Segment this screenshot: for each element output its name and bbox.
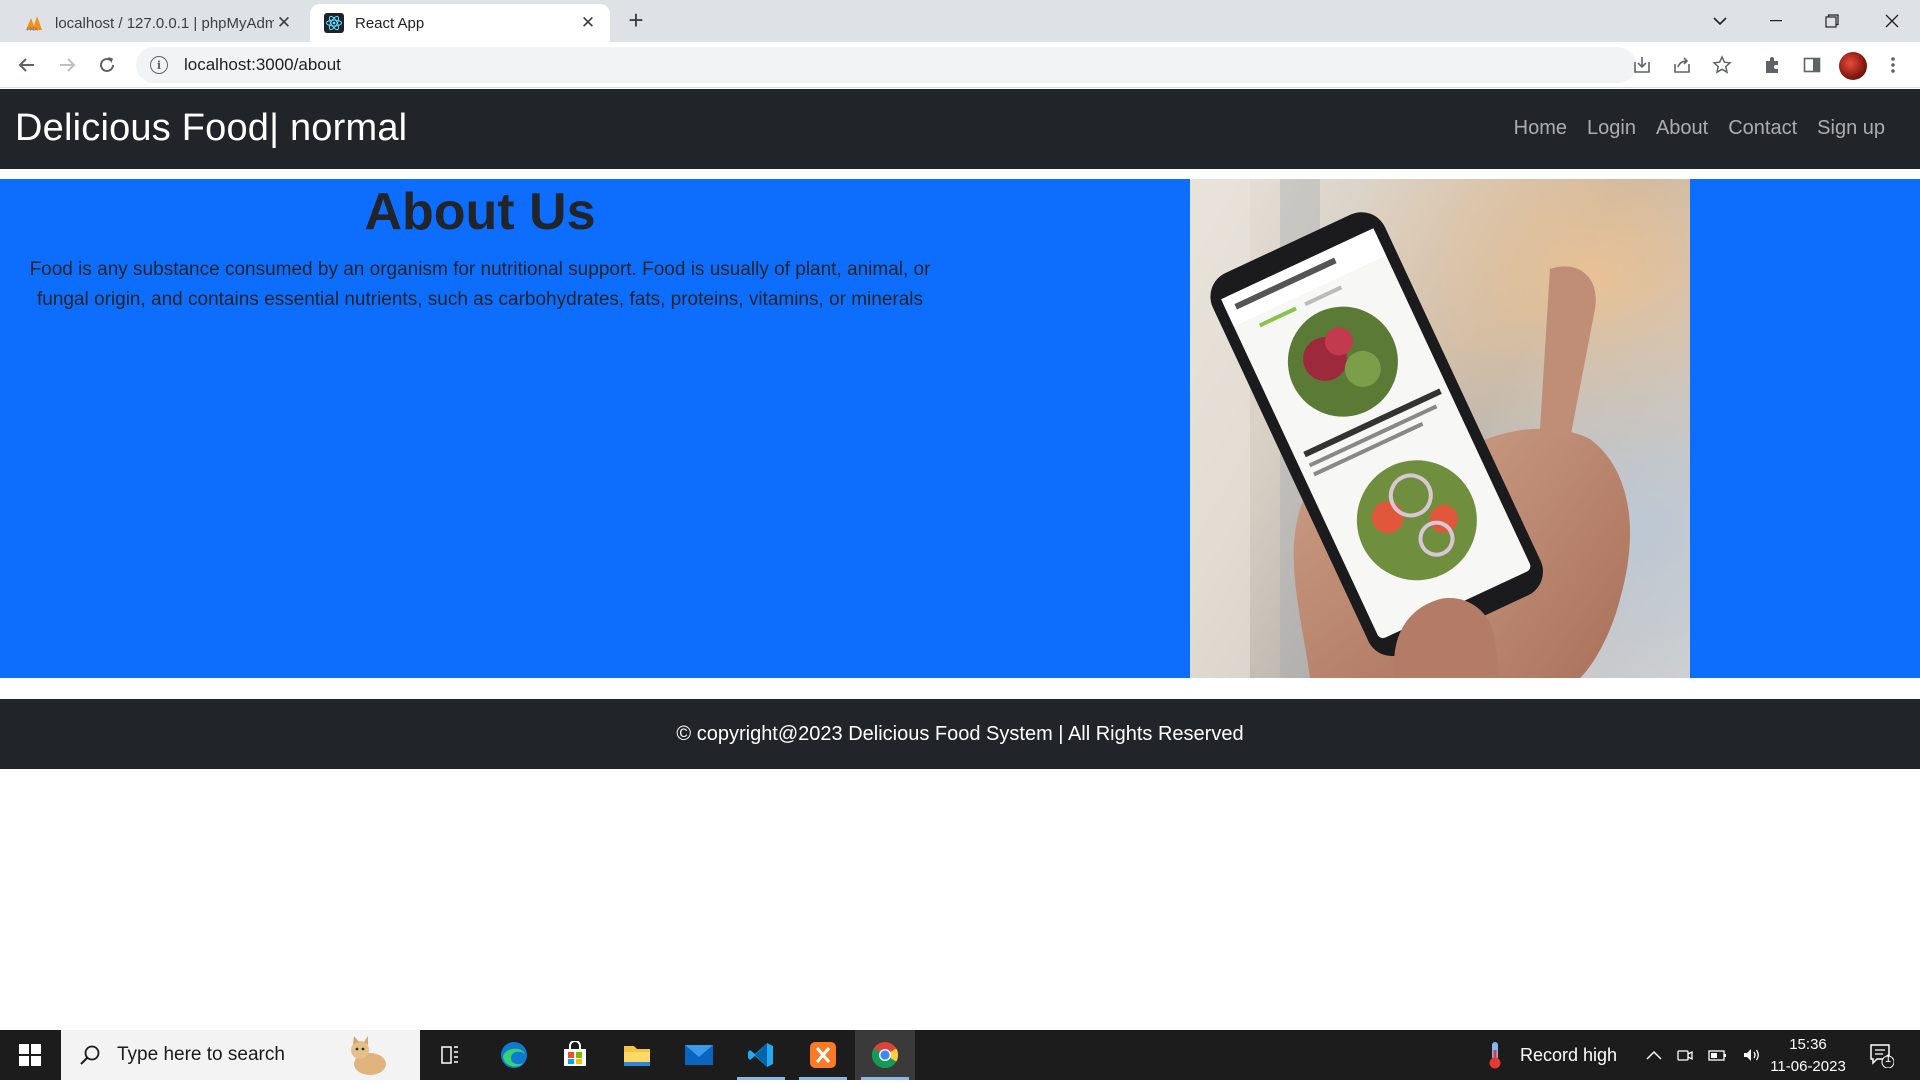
mail-icon[interactable]	[669, 1030, 729, 1080]
edge-browser-icon[interactable]	[484, 1030, 544, 1080]
tab-title: React App	[355, 14, 425, 32]
forward-arrow-icon[interactable]	[52, 50, 82, 80]
address-bar[interactable]: i localhost:3000/about	[136, 47, 1636, 83]
clock-date: 11-06-2023	[1770, 1058, 1846, 1075]
weather-widget[interactable]: Record high	[1484, 1030, 1617, 1080]
file-explorer-icon[interactable]	[607, 1030, 667, 1080]
bookmark-star-icon[interactable]	[1707, 50, 1737, 80]
phpmyadmin-icon: PMA	[24, 13, 44, 33]
install-app-icon[interactable]	[1627, 50, 1657, 80]
close-window-icon[interactable]	[1864, 0, 1920, 42]
react-icon	[324, 13, 344, 33]
about-description: Food is any substance consumed by an org…	[29, 259, 931, 310]
profile-avatar[interactable]	[1839, 52, 1867, 80]
xampp-icon[interactable]	[793, 1030, 853, 1080]
vscode-icon[interactable]	[731, 1030, 791, 1080]
taskbar-search-box[interactable]: Type here to search	[61, 1030, 420, 1080]
close-icon[interactable]: ✕	[578, 13, 598, 33]
battery-icon[interactable]	[1708, 1048, 1728, 1062]
site-footer: © copyright@2023 Delicious Food System |…	[0, 699, 1920, 769]
site-navbar: Delicious Food| normal Home Login About …	[0, 89, 1920, 169]
url-text: localhost:3000/about	[184, 55, 341, 74]
task-view-icon[interactable]	[420, 1030, 480, 1080]
nav-links: Home Login About Contact Sign up	[1504, 117, 1895, 140]
nav-link-about[interactable]: About	[1646, 117, 1718, 140]
new-tab-plus-icon[interactable]: +	[622, 7, 650, 35]
nav-link-login[interactable]: Login	[1577, 117, 1646, 140]
site-brand[interactable]: Delicious Food| normal	[15, 107, 407, 150]
notification-count: 1	[1884, 1053, 1892, 1065]
tab-react-app[interactable]: React App ✕	[310, 4, 610, 42]
system-tray	[1646, 1030, 1762, 1080]
volume-icon[interactable]	[1742, 1047, 1762, 1063]
windows-start-icon[interactable]	[0, 1030, 60, 1080]
svg-text:PMA: PMA	[27, 27, 38, 32]
taskbar-clock[interactable]: 15:36 11-06-2023	[1765, 1034, 1851, 1078]
about-title: About Us	[364, 183, 596, 241]
weather-text: Record high	[1520, 1044, 1618, 1065]
footer-copyright: © copyright@2023 Delicious Food System |…	[676, 722, 1244, 745]
search-placeholder: Type here to search	[117, 1044, 285, 1065]
nav-link-home[interactable]: Home	[1504, 117, 1577, 140]
meet-now-icon[interactable]	[1676, 1046, 1694, 1064]
tab-title: localhost / 127.0.0.1 | phpMyAdm	[55, 14, 274, 32]
close-icon[interactable]: ✕	[274, 13, 294, 33]
microsoft-store-icon[interactable]	[545, 1030, 605, 1080]
chrome-icon[interactable]	[855, 1030, 915, 1080]
food-app-phone-image	[1190, 179, 1690, 678]
notifications-icon[interactable]: 1	[1868, 1030, 1894, 1080]
restore-icon[interactable]	[1804, 0, 1860, 42]
search-highlight-cat-icon	[340, 1034, 400, 1084]
minimize-icon[interactable]	[1748, 0, 1804, 42]
clock-time: 15:36	[1789, 1036, 1827, 1053]
about-text-column: About Us Food is any substance consumed …	[0, 179, 960, 315]
menu-kebab-icon[interactable]	[1878, 50, 1908, 80]
share-icon[interactable]	[1667, 50, 1697, 80]
side-panel-icon[interactable]	[1797, 50, 1827, 80]
reload-icon[interactable]	[92, 50, 122, 80]
site-info-icon[interactable]: i	[150, 56, 168, 74]
tray-chevron-up-icon[interactable]	[1646, 1050, 1662, 1060]
about-section: About Us Food is any substance consumed …	[0, 179, 1920, 678]
extensions-puzzle-icon[interactable]	[1757, 50, 1787, 80]
thermometer-icon	[1489, 1042, 1501, 1069]
tab-phpmyadmin[interactable]: PMA localhost / 127.0.0.1 | phpMyAdm ✕	[0, 4, 306, 42]
browser-toolbar: i localhost:3000/about	[0, 42, 1920, 88]
tab-search-chevron-icon[interactable]	[1692, 0, 1748, 42]
nav-link-contact[interactable]: Contact	[1718, 117, 1807, 140]
search-icon	[79, 1044, 101, 1066]
windows-taskbar: Type here to search Record high 15:36 11…	[0, 1030, 1920, 1080]
back-arrow-icon[interactable]	[12, 50, 42, 80]
web-page: Delicious Food| normal Home Login About …	[0, 89, 1920, 1030]
browser-tabstrip: PMA localhost / 127.0.0.1 | phpMyAdm ✕ R…	[0, 0, 1920, 42]
nav-link-signup[interactable]: Sign up	[1807, 117, 1895, 140]
